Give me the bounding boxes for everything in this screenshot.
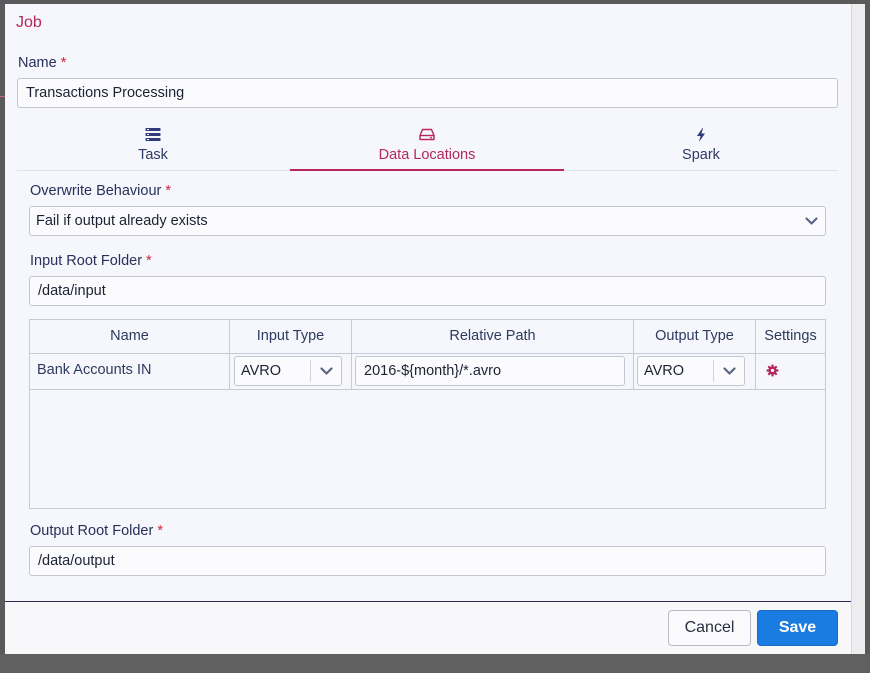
row-name-cell: Bank Accounts IN — [37, 362, 152, 378]
save-button[interactable]: Save — [757, 610, 838, 646]
background-divider — [0, 96, 5, 97]
name-label-text: Name — [18, 55, 57, 71]
input-type-value: AVRO — [241, 363, 282, 379]
input-root-label: Input Root Folder * — [30, 253, 152, 269]
column-header-output-type: Output Type — [655, 328, 734, 344]
column-header-input-type: Input Type — [256, 328, 325, 344]
output-type-value: AVRO — [644, 363, 685, 379]
output-root-label: Output Root Folder * — [30, 523, 163, 539]
tab-task-label: Task — [138, 147, 168, 163]
tab-spark-label: Spark — [682, 147, 720, 163]
relative-path-input[interactable]: 2016-${month}/*.avro — [355, 356, 625, 386]
drive-icon — [290, 128, 564, 142]
list-icon — [16, 128, 290, 142]
background-overlay — [0, 654, 870, 673]
tab-data-locations-label: Data Locations — [378, 147, 476, 163]
input-root-label-text: Input Root Folder — [30, 253, 143, 269]
input-type-select[interactable]: AVRO — [234, 356, 342, 386]
overwrite-selected-value: Fail if output already exists — [36, 213, 208, 229]
chevron-down-icon — [311, 357, 341, 385]
column-header-name: Name — [110, 328, 149, 344]
active-tab-indicator — [290, 169, 564, 171]
overwrite-label: Overwrite Behaviour * — [30, 183, 171, 199]
name-label: Name * — [18, 55, 66, 71]
job-dialog: Job Name * Transactions Processing Task D… — [5, 4, 864, 654]
output-root-input[interactable]: /data/output — [29, 546, 826, 576]
data-locations-table: Name Input Type Relative Path Output Typ… — [29, 319, 826, 509]
table-header: Name Input Type Relative Path Output Typ… — [30, 320, 825, 354]
chevron-down-icon — [714, 357, 744, 385]
required-mark: * — [157, 523, 163, 539]
gear-icon[interactable] — [766, 364, 780, 378]
tab-spark[interactable]: Spark — [564, 124, 838, 170]
tab-data-locations[interactable]: Data Locations — [290, 124, 564, 170]
scrollbar-track[interactable] — [851, 4, 865, 654]
output-root-label-text: Output Root Folder — [30, 523, 154, 539]
tab-task[interactable]: Task — [16, 124, 290, 170]
required-mark: * — [60, 55, 67, 71]
required-mark: * — [165, 183, 172, 199]
lightning-icon — [564, 128, 838, 142]
input-root-input[interactable]: /data/input — [29, 276, 826, 306]
output-type-select[interactable]: AVRO — [637, 356, 745, 386]
table-row: Bank Accounts IN AVRO 2016-${month}/*.av… — [30, 353, 825, 390]
overwrite-label-text: Overwrite Behaviour — [30, 183, 162, 199]
dialog-title: Job — [16, 14, 42, 31]
overwrite-select[interactable]: Fail if output already exists — [29, 206, 826, 236]
name-input[interactable]: Transactions Processing — [17, 78, 838, 108]
required-mark: * — [146, 253, 152, 269]
column-header-settings: Settings — [764, 328, 817, 344]
column-header-relative-path: Relative Path — [449, 328, 536, 344]
chevron-down-icon — [797, 207, 825, 235]
cancel-button[interactable]: Cancel — [668, 610, 751, 646]
